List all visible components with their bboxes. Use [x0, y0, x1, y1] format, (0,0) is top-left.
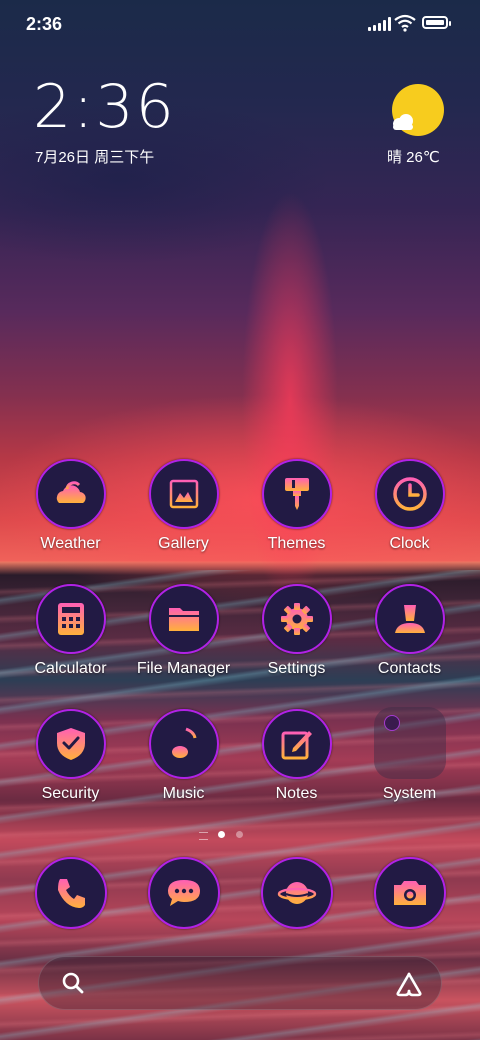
app-file-manager[interactable]: File Manager	[127, 584, 240, 678]
signal-icon	[368, 17, 391, 31]
file-manager-app-circle	[148, 584, 219, 654]
music-note-icon	[171, 727, 196, 758]
weather-app-circle	[35, 459, 106, 529]
app-label: Weather	[40, 535, 101, 552]
app-label: Gallery	[158, 535, 209, 552]
folder-icon	[168, 608, 199, 631]
clock-app-circle	[374, 459, 445, 529]
search-bar[interactable]	[38, 956, 442, 1010]
app-calculator[interactable]: Calculator	[14, 584, 127, 678]
security-app-circle	[35, 709, 106, 779]
app-label: Settings	[267, 660, 326, 677]
dock-phone[interactable]	[14, 857, 127, 929]
note-edit-icon	[281, 731, 312, 760]
app-notes[interactable]: Notes	[240, 709, 353, 803]
message-icon	[167, 880, 200, 906]
battery-icon	[422, 16, 451, 29]
calculator-app-circle	[35, 584, 106, 654]
cloud-icon	[393, 114, 413, 130]
app-label: Clock	[389, 535, 430, 552]
dock-browser[interactable]	[240, 857, 353, 929]
shield-icon	[56, 728, 85, 760]
clock-icon	[392, 477, 427, 511]
camera-icon	[393, 881, 426, 905]
app-label: Contacts	[377, 660, 442, 677]
weather-text[interactable]: 晴 26℃	[387, 146, 440, 167]
assistant-icon[interactable]	[395, 971, 423, 997]
browser-planet-icon	[277, 882, 316, 904]
gallery-app-circle	[148, 459, 219, 529]
camera-app-circle	[373, 857, 446, 929]
person-icon	[394, 605, 425, 633]
notes-app-circle	[261, 709, 332, 779]
feed-page-icon	[199, 832, 208, 840]
app-label: Security	[41, 785, 100, 802]
gallery-icon	[169, 479, 198, 509]
contacts-app-circle	[374, 584, 445, 654]
app-weather[interactable]: Weather	[14, 459, 127, 553]
music-app-circle	[148, 709, 219, 779]
settings-app-circle	[261, 584, 332, 654]
app-label: Themes	[267, 535, 326, 552]
folder-group-icon	[373, 707, 446, 779]
messages-app-circle	[147, 857, 220, 929]
phone-icon	[57, 879, 85, 908]
app-label: File Manager	[136, 660, 231, 677]
clock-widget-date[interactable]: 7月26日 周三下午	[35, 146, 154, 167]
app-gallery[interactable]: Gallery	[127, 459, 240, 553]
gear-icon	[280, 603, 313, 635]
page-indicator[interactable]	[0, 830, 480, 840]
app-clock[interactable]: Clock	[353, 459, 466, 553]
app-themes[interactable]: Themes	[240, 459, 353, 553]
brush-icon	[284, 478, 309, 510]
themes-app-circle	[261, 459, 332, 529]
app-label: Calculator	[34, 660, 107, 677]
app-label: Music	[162, 785, 205, 802]
folder-system[interactable]: System	[353, 707, 466, 803]
app-settings[interactable]: Settings	[240, 584, 353, 678]
weather-icon	[56, 481, 86, 503]
dock-messages[interactable]	[127, 857, 240, 929]
clock-widget-time[interactable]: 2:36	[33, 72, 176, 142]
app-label: Notes	[275, 785, 318, 802]
wifi-icon	[394, 14, 416, 32]
page-dot-active	[218, 831, 225, 838]
page-dot	[236, 831, 243, 838]
calculator-icon	[57, 603, 84, 635]
folder-mini-app-icon	[383, 715, 400, 731]
app-security[interactable]: Security	[14, 709, 127, 803]
app-music[interactable]: Music	[127, 709, 240, 803]
status-bar: 2:36	[0, 0, 480, 50]
status-time: 2:36	[26, 14, 63, 34]
app-label: System	[382, 785, 437, 802]
app-contacts[interactable]: Contacts	[353, 584, 466, 678]
browser-app-circle	[260, 857, 333, 929]
phone-app-circle	[34, 857, 107, 929]
dock-camera[interactable]	[353, 857, 466, 929]
search-icon[interactable]	[61, 971, 85, 995]
